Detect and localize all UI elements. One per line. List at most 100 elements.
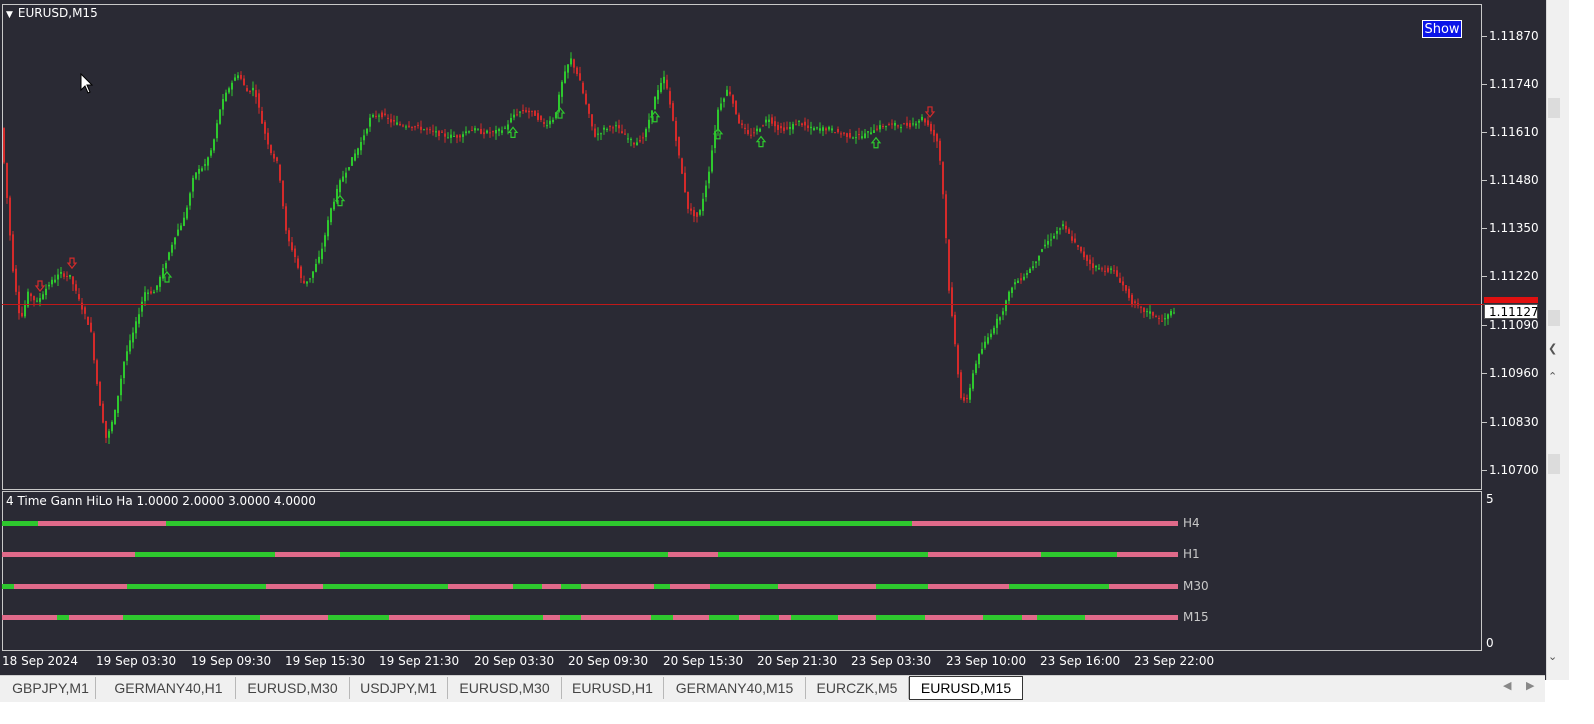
time-axis-label: 20 Sep 09:30 — [568, 654, 649, 668]
candle-body — [264, 122, 266, 134]
candle-body — [891, 123, 893, 125]
symbol-title[interactable]: ▼ EURUSD,M15 — [6, 6, 98, 20]
hilo-segment-down — [275, 552, 340, 557]
hilo-segment-down — [739, 615, 760, 620]
candle-body — [1107, 267, 1109, 272]
candle-body — [999, 317, 1001, 321]
candle-body — [381, 112, 383, 118]
candle-body — [174, 237, 176, 245]
chart-tab[interactable]: EURCZK,M5 — [806, 677, 909, 699]
scroll-down-icon[interactable]: ⌄ — [1548, 650, 1557, 663]
candle-body — [399, 123, 401, 126]
candle-body — [759, 128, 761, 132]
hilo-row-h4 — [2, 521, 1178, 526]
hilo-segment-up — [710, 584, 778, 589]
chart-tab[interactable]: USDJPY,M1 — [350, 677, 448, 699]
chart-tab[interactable]: EURUSD,M15 — [909, 676, 1023, 700]
candle-body — [609, 126, 611, 128]
candle-body — [822, 127, 824, 131]
candle-body — [708, 171, 710, 184]
candle-body — [513, 114, 515, 118]
tab-scroll-right-icon[interactable]: ▶ — [1526, 679, 1534, 692]
candle-body — [93, 333, 95, 361]
candle-body — [1113, 270, 1115, 272]
price-axis-label: 1.11480 — [1489, 173, 1539, 187]
candle-body — [246, 88, 248, 92]
chart-tab[interactable]: GERMANY40,M15 — [664, 677, 806, 699]
candle-body — [867, 131, 869, 133]
hilo-segment-up — [791, 615, 838, 620]
tab-scroll-left-icon[interactable]: ◀ — [1503, 679, 1511, 692]
candle-body — [177, 229, 179, 236]
candle-body — [888, 124, 890, 126]
candle-body — [54, 279, 56, 283]
candle-body — [984, 341, 986, 348]
candle-body — [972, 373, 974, 389]
candle-body — [993, 327, 995, 334]
candle-body — [306, 281, 308, 284]
candle-body — [579, 73, 581, 81]
candle-body — [1140, 306, 1142, 308]
candle-body — [1041, 249, 1043, 252]
candle-body — [528, 110, 530, 113]
candle-body — [783, 127, 785, 131]
hilo-segment-up — [876, 584, 928, 589]
candle-body — [1086, 255, 1088, 261]
candle-body — [120, 378, 122, 396]
candle-body — [357, 148, 359, 155]
chart-tab[interactable]: EURUSD,H1 — [562, 677, 664, 699]
sell-arrow-icon — [66, 257, 78, 270]
candle-body — [981, 348, 983, 354]
candle-body — [645, 129, 647, 138]
candle-body — [753, 132, 755, 134]
hilo-segment-up — [166, 521, 912, 526]
time-axis-label: 20 Sep 21:30 — [757, 654, 838, 668]
hilo-segment-up — [983, 615, 1022, 620]
candle-body — [432, 130, 434, 132]
hilo-row-label: H4 — [1183, 516, 1200, 530]
chart-tab[interactable]: GBPJPY,M1 — [6, 677, 96, 699]
chart-tab[interactable]: EURUSD,M30 — [236, 677, 350, 699]
candle-body — [30, 293, 32, 297]
sell-arrow-icon — [34, 280, 46, 292]
candle-body — [861, 136, 863, 139]
candle-body — [816, 127, 818, 129]
candle-body — [1083, 251, 1085, 258]
candle-body — [1125, 285, 1127, 291]
candle-body — [777, 124, 779, 130]
show-button[interactable]: Show — [1422, 20, 1462, 38]
collapse-triangle-icon[interactable]: ▼ — [6, 10, 13, 20]
price-axis-label: 1.10700 — [1489, 463, 1539, 477]
price-axis-label: 1.11350 — [1489, 221, 1539, 235]
candle-body — [303, 280, 305, 284]
candle-body — [99, 381, 101, 406]
scroll-thumb-middle[interactable] — [1548, 310, 1560, 326]
chart-tab[interactable]: GERMANY40,H1 — [102, 677, 236, 699]
scroll-thumb-lower[interactable] — [1548, 454, 1560, 474]
candle-body — [1155, 316, 1157, 318]
candle-body — [204, 164, 206, 166]
hilo-segment-down — [928, 552, 1041, 557]
hilo-segment-up — [2, 584, 14, 589]
price-axis-label: 1.11870 — [1489, 29, 1539, 43]
chart-tab[interactable]: EURUSD,M30 — [448, 677, 562, 699]
candle-body — [486, 130, 488, 133]
price-axis-label: 1.11220 — [1489, 269, 1539, 283]
candle-body — [738, 114, 740, 124]
price-axis-label: 1.11610 — [1489, 125, 1539, 139]
candle-body — [327, 220, 329, 237]
scroll-left-icon[interactable]: ❮ — [1548, 342, 1557, 355]
candle-body — [726, 89, 728, 96]
candle-body — [210, 150, 212, 156]
candle-body — [975, 363, 977, 373]
scroll-up-icon[interactable]: ⌃ — [1548, 370, 1557, 383]
candle-body — [807, 125, 809, 129]
scroll-thumb-upper[interactable] — [1548, 98, 1560, 118]
hilo-segment-down — [670, 584, 710, 589]
hilo-segment-down — [38, 521, 166, 526]
candle-body — [144, 292, 146, 302]
candle-body — [126, 351, 128, 361]
candle-body — [603, 127, 605, 130]
candle-body — [252, 87, 254, 91]
candle-body — [1047, 240, 1049, 245]
